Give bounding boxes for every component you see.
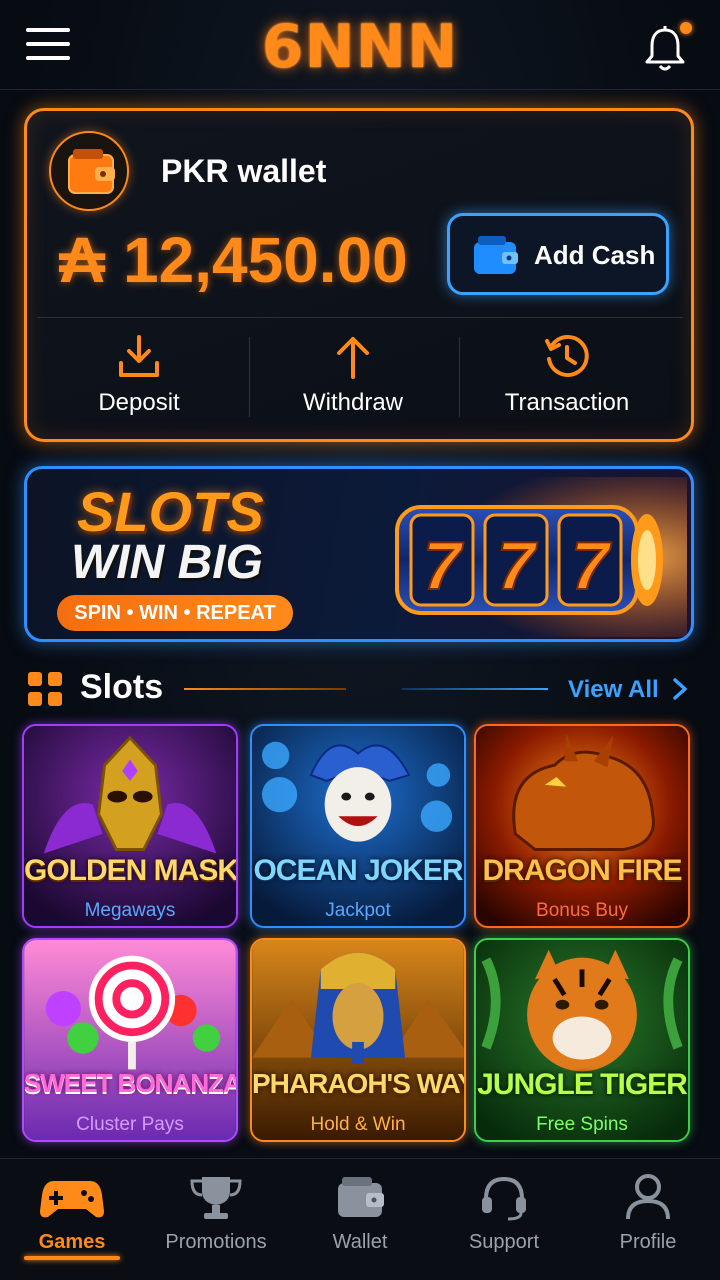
game-title: JUNGLE TIGER [477, 1068, 688, 1101]
history-clock-icon [545, 334, 589, 377]
game-title: PHARAOH'S WAY [252, 1068, 466, 1099]
headset-icon [482, 1176, 526, 1221]
golden-mask-art [24, 726, 236, 926]
nav-tab-promotions[interactable]: Promotions [144, 1159, 288, 1280]
app-header: 6NNN [0, 0, 720, 90]
divider [459, 337, 460, 417]
divider [184, 688, 346, 690]
deposit-button[interactable]: Deposit [39, 333, 239, 423]
ocean-joker-art [252, 726, 464, 926]
banner-subheadline: WIN BIG [71, 536, 263, 589]
transaction-label: Transaction [504, 389, 630, 416]
transaction-button[interactable]: Transaction [467, 333, 667, 423]
game-title: GOLDEN MASK [24, 854, 238, 887]
bottom-navigation: Games Promotions Wallet Support Profile [0, 1158, 720, 1280]
wallet-balance: ₳ 12,450.00 [59, 224, 408, 296]
trophy-icon [190, 1177, 242, 1219]
game-subtitle: Hold & Win [310, 1114, 406, 1135]
app-logo: 6NNN [261, 12, 459, 82]
add-cash-button[interactable]: Add Cash [447, 213, 669, 295]
game-card-dragon-fire[interactable]: DRAGON FIRE Bonus Buy [474, 724, 690, 928]
game-subtitle: Megaways [84, 900, 176, 921]
wallet-title: PKR wallet [161, 153, 327, 189]
divider [402, 688, 548, 690]
slots-promo-banner[interactable]: SLOTS WIN BIG SPIN • WIN • REPEAT 7 7 7 [24, 466, 694, 642]
nav-label: Profile [619, 1231, 677, 1253]
game-title: DRAGON FIRE [482, 854, 683, 887]
wallet-icon [474, 236, 518, 274]
game-title: OCEAN JOKER [253, 854, 463, 887]
nav-tab-support[interactable]: Support [432, 1159, 576, 1280]
section-title: Slots [80, 668, 164, 706]
game-card-ocean-joker[interactable]: OCEAN JOKER Jackpot [250, 724, 466, 928]
game-subtitle: Cluster Pays [76, 1114, 184, 1135]
sweet-bonanza-art [24, 940, 236, 1140]
nav-tab-profile[interactable]: Profile [576, 1159, 720, 1280]
game-card-sweet-bonanza[interactable]: SWEET BONANZA Cluster Pays [22, 938, 238, 1142]
divider [249, 337, 250, 417]
chevron-right-icon[interactable] [672, 678, 688, 700]
pharaoh-art [252, 940, 464, 1140]
grid-icon [28, 672, 62, 706]
nav-label: Promotions [165, 1231, 267, 1253]
jungle-tiger-art [476, 940, 688, 1140]
game-card-jungle-tiger[interactable]: JUNGLE TIGER Free Spins [474, 938, 690, 1142]
deposit-label: Deposit [98, 389, 180, 416]
wallet-icon-badge [49, 131, 129, 211]
dragon-fire-art [476, 726, 688, 926]
user-icon [626, 1174, 670, 1220]
nav-label: Games [38, 1231, 106, 1253]
notification-dot [680, 22, 692, 34]
game-card-pharaohs-way[interactable]: PHARAOH'S WAY Hold & Win [250, 938, 466, 1142]
wallet-icon [338, 1177, 384, 1217]
download-icon [119, 335, 159, 377]
banner-tagline: SPIN • WIN • REPEAT [57, 595, 293, 631]
game-subtitle: Jackpot [325, 900, 391, 921]
nav-label: Support [468, 1231, 540, 1253]
game-subtitle: Free Spins [536, 1114, 628, 1135]
reel-digit-3: 7 [571, 528, 612, 604]
nav-label: Wallet [332, 1231, 388, 1253]
withdraw-label: Withdraw [302, 389, 404, 416]
reel-digit-1: 7 [423, 528, 464, 604]
game-title: SWEET BONANZA [24, 1068, 238, 1098]
arrow-up-icon [337, 337, 369, 379]
game-card-golden-mask[interactable]: GOLDEN MASK Megaways [22, 724, 238, 928]
game-subtitle: Bonus Buy [536, 900, 628, 921]
divider [37, 317, 683, 318]
nav-tab-games[interactable]: Games [0, 1159, 144, 1280]
slot-reel-image: 7 7 7 [367, 477, 687, 637]
view-all-link[interactable]: View All [568, 676, 659, 704]
add-cash-label: Add Cash [534, 240, 656, 270]
reel-digit-2: 7 [497, 528, 538, 604]
gamepad-icon [40, 1181, 104, 1218]
wallet-card: PKR wallet ₳ 12,450.00 Add Cash Deposit … [24, 108, 694, 442]
active-tab-indicator [24, 1256, 120, 1260]
withdraw-button[interactable]: Withdraw [253, 333, 453, 423]
wallet-icon [68, 149, 115, 194]
nav-tab-wallet[interactable]: Wallet [288, 1159, 432, 1280]
